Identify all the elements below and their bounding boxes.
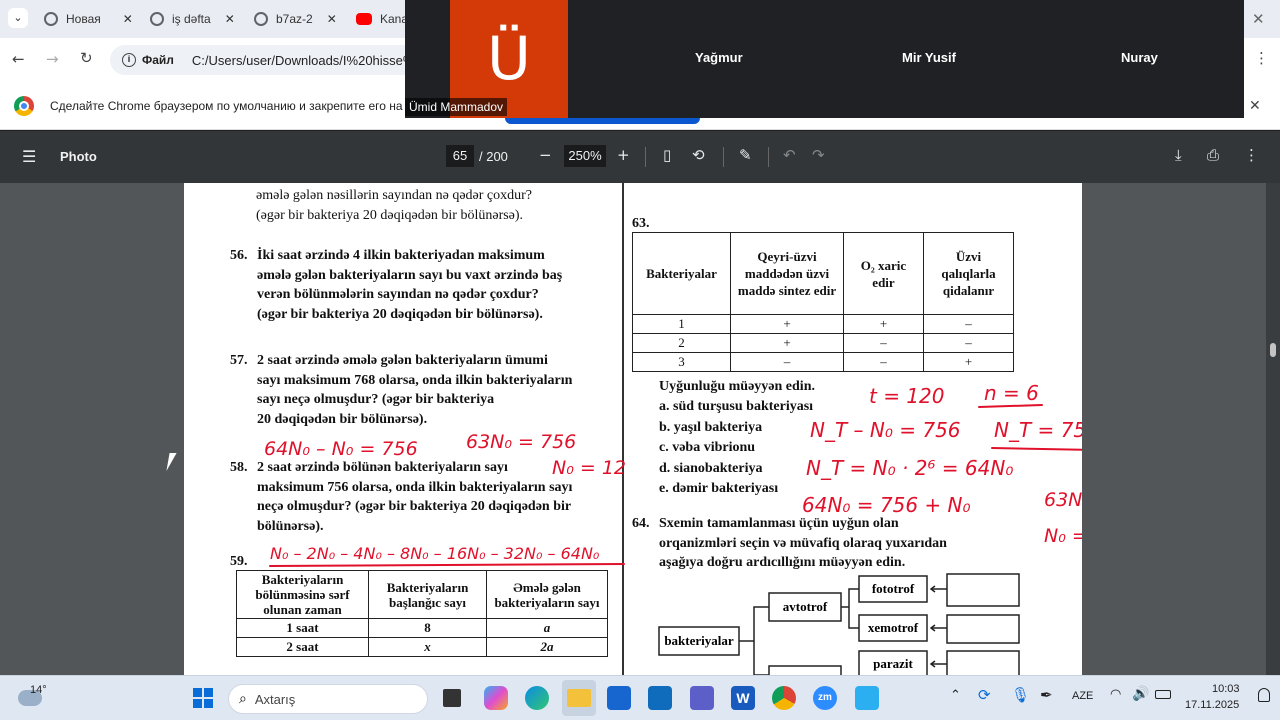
- search-icon: ⌕: [239, 691, 247, 707]
- handwriting: 64N₀ = 756 + N₀: [802, 493, 971, 517]
- globe-icon: [44, 12, 58, 26]
- tab-label: b7az-2: [276, 12, 313, 26]
- handwriting: N₀ = 12: [552, 457, 626, 479]
- store-icon[interactable]: [607, 686, 631, 710]
- hamburger-icon[interactable]: ☰: [22, 147, 36, 166]
- wifi-icon[interactable]: ◠: [1110, 687, 1121, 702]
- mouse-cursor-icon: [166, 453, 177, 471]
- task-view-icon[interactable]: [443, 689, 461, 707]
- infobar-text: Сделайте Chrome браузером по умолчанию и…: [50, 98, 403, 113]
- rotate-icon[interactable]: ⟲: [692, 146, 705, 164]
- page-total: / 200: [479, 149, 508, 164]
- handwriting: N_T = N₀ · 2⁶ = 64N₀: [806, 456, 1013, 480]
- url-text: C:/Users/user/Downloads/I%20hisse%: [191, 52, 415, 68]
- handwriting: 64N₀ – N₀ = 756: [264, 438, 418, 460]
- close-icon[interactable]: ✕: [327, 12, 337, 26]
- page-number-input[interactable]: 65: [446, 145, 474, 167]
- zoom-in-icon[interactable]: +: [617, 146, 630, 164]
- pen-icon[interactable]: ✒: [1040, 686, 1053, 704]
- pdf-toolbar: ☰ Photo 65 / 200 − 250% + ▯ ⟲ ✎ ↶ ↷ ⤓ ⎙ …: [0, 131, 1280, 183]
- language-indicator[interactable]: AZE: [1072, 690, 1093, 702]
- handwriting: N₀ – 2N₀ – 4N₀ – 8N₀ – 16N₀ – 32N₀ – 64N…: [270, 544, 600, 563]
- chevron-up-icon[interactable]: ⌃: [950, 688, 961, 703]
- fit-page-icon[interactable]: ▯: [663, 146, 671, 164]
- avatar: Ü: [487, 24, 531, 94]
- start-icon[interactable]: [193, 688, 213, 708]
- infobar-button[interactable]: [505, 118, 700, 124]
- tab-item[interactable]: b7az-2 ✕: [254, 4, 337, 34]
- zoom-out-icon[interactable]: −: [539, 146, 552, 164]
- tab-search-icon[interactable]: ⌄: [8, 8, 28, 28]
- handwriting: 63N₀ = 756: [466, 431, 576, 453]
- draw-icon[interactable]: ✎: [739, 146, 752, 164]
- clock-time[interactable]: 10:03: [1212, 683, 1240, 695]
- sync-icon[interactable]: ⟳: [978, 686, 991, 704]
- pdf-viewer[interactable]: əmələ gələn nəsillərin sayından nə qədər…: [0, 183, 1280, 675]
- tab-label: Kana: [380, 12, 409, 26]
- file-explorer-icon[interactable]: [562, 680, 596, 716]
- tab-item[interactable]: Kana: [356, 4, 408, 34]
- download-icon[interactable]: ⤓: [1175, 146, 1182, 164]
- weather-temp: 14°: [30, 684, 47, 696]
- globe-icon: [150, 12, 164, 26]
- teams-icon[interactable]: [690, 686, 714, 710]
- scrollbar[interactable]: [1266, 183, 1280, 675]
- whiteboard-icon[interactable]: [855, 686, 879, 710]
- taskbar: 14° ⌕ Axtarış W zm ⌃ ⟳ 🎙 ✒ AZE ◠ 🔊 10:03…: [0, 675, 1280, 720]
- redo-icon[interactable]: ↷: [812, 146, 825, 164]
- youtube-icon: [356, 13, 372, 25]
- chrome-icon[interactable]: [772, 686, 796, 710]
- search-placeholder: Axtarış: [254, 691, 296, 707]
- menu-dots-icon[interactable]: ⋮: [1254, 49, 1269, 67]
- forward-icon[interactable]: →: [46, 50, 59, 68]
- tab-item[interactable]: Новая ✕: [44, 4, 133, 34]
- divider: [723, 147, 724, 167]
- divider: [645, 147, 646, 167]
- pdf-title: Photo: [60, 149, 97, 164]
- undo-icon[interactable]: ↶: [783, 146, 796, 164]
- handwriting: N_T = 756 + N₀: [994, 418, 1082, 442]
- tab-item[interactable]: iş dəfta ✕: [150, 4, 235, 34]
- participant-name[interactable]: Nuray: [1121, 50, 1158, 65]
- participant-name[interactable]: Mir Yusif: [902, 50, 956, 65]
- reload-icon[interactable]: ↻: [80, 49, 93, 67]
- divider: [768, 147, 769, 167]
- close-icon[interactable]: ✕: [1252, 10, 1265, 28]
- participant-name: Ümid Mammadov: [405, 98, 508, 116]
- handwriting-layer: 64N₀ – N₀ = 756 63N₀ = 756 N₀ = 12 N₀ – …: [264, 381, 1082, 567]
- pdf-page: əmələ gələn nəsillərin sayından nə qədər…: [184, 183, 1082, 675]
- copilot-icon[interactable]: [484, 686, 508, 710]
- notification-icon[interactable]: [1258, 688, 1270, 702]
- zoom-input[interactable]: 250%: [564, 145, 606, 167]
- tab-label: iş dəfta: [172, 12, 211, 26]
- globe-icon: [254, 12, 268, 26]
- tab-label: Новая: [66, 12, 101, 26]
- handwriting: N₀ = 12.: [1044, 525, 1082, 547]
- handwriting: 63N₀ = 756: [1044, 489, 1082, 511]
- close-icon[interactable]: ✕: [1249, 97, 1261, 114]
- volume-icon[interactable]: 🔊: [1132, 686, 1149, 702]
- participant-name[interactable]: Yağmur: [695, 50, 743, 65]
- close-icon[interactable]: ✕: [225, 12, 235, 26]
- zoom-icon[interactable]: zm: [813, 686, 837, 710]
- outlook-icon[interactable]: [648, 686, 672, 710]
- meet-overlay: Ü Ümid Mammadov Yağmur Mir Yusif Nuray: [405, 0, 1244, 118]
- close-icon[interactable]: ✕: [123, 12, 133, 26]
- word-icon[interactable]: W: [731, 686, 755, 710]
- edge-icon[interactable]: [525, 686, 549, 710]
- scroll-thumb[interactable]: [1270, 343, 1276, 357]
- back-icon[interactable]: ←: [12, 50, 25, 68]
- battery-icon[interactable]: [1155, 690, 1171, 699]
- handwriting: N_T – N₀ = 756: [810, 418, 961, 442]
- clock-date[interactable]: 17.11.2025: [1185, 699, 1239, 711]
- microphone-icon[interactable]: 🎙: [1011, 686, 1030, 704]
- handwriting: t = 120: [869, 384, 945, 408]
- chrome-icon: [14, 95, 34, 116]
- info-icon: i: [122, 53, 136, 67]
- search-box[interactable]: ⌕ Axtarış: [228, 684, 428, 714]
- print-icon[interactable]: ⎙: [1207, 146, 1219, 164]
- more-icon[interactable]: ⋮: [1244, 146, 1259, 164]
- file-chip: Файл: [142, 53, 174, 67]
- handwriting: n = 6: [984, 381, 1039, 405]
